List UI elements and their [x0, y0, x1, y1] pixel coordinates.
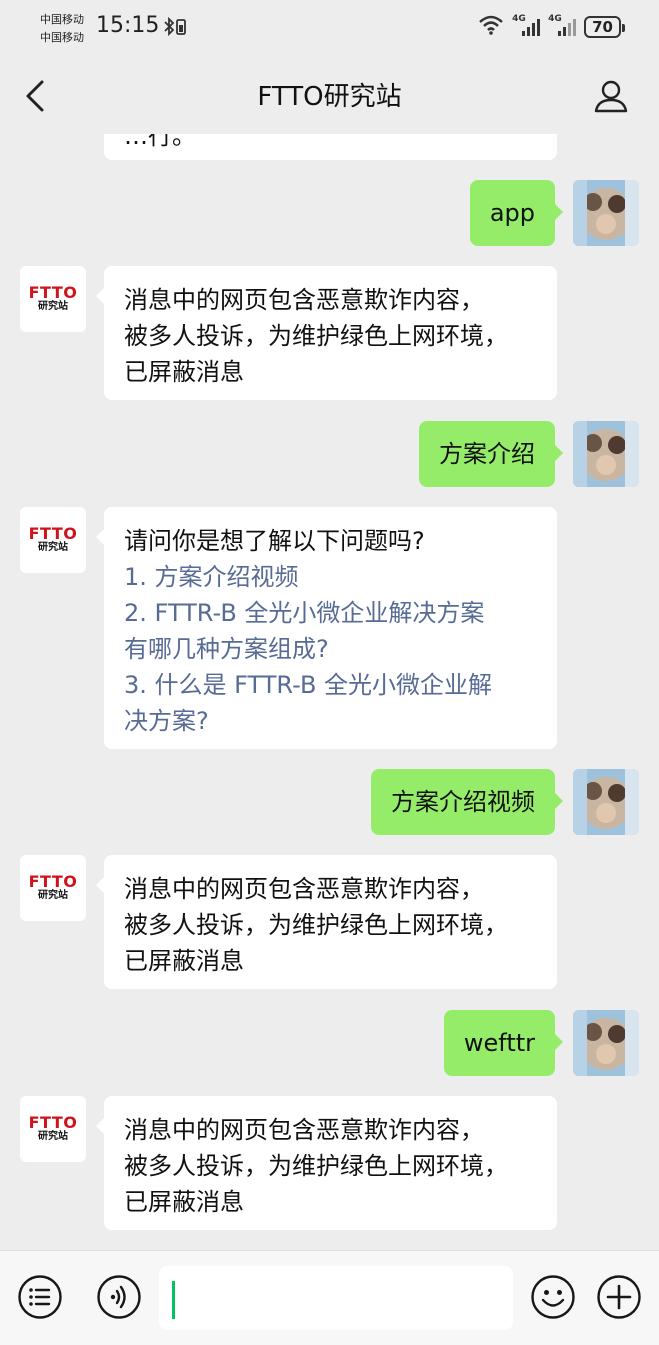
message-bubble-bot[interactable]: …行。	[104, 134, 557, 160]
bot-logo-text: FTTO	[28, 872, 78, 891]
bot-avatar[interactable]: FTTO 研究站	[20, 266, 86, 332]
person-icon[interactable]	[593, 78, 629, 118]
option-link-3-cont[interactable]: 决方案?	[124, 703, 537, 739]
bot-avatar[interactable]: FTTO 研究站	[20, 507, 86, 573]
bot-logo-subtext: 研究站	[38, 301, 68, 312]
bot-avatar[interactable]: FTTO 研究站	[20, 855, 86, 921]
option-link-2-cont[interactable]: 有哪几种方案组成?	[124, 631, 537, 667]
plus-icon[interactable]	[596, 1274, 642, 1324]
message-input[interactable]	[159, 1266, 513, 1330]
message-bubble-user[interactable]: 方案介绍视频	[371, 769, 563, 835]
user-avatar[interactable]	[573, 421, 639, 487]
carrier-2: 中国移动	[40, 31, 84, 44]
message-bubble-bot[interactable]: 消息中的网页包含恶意欺诈内容， 被多人投诉，为维护绿色上网环境， 已屏蔽消息	[96, 1096, 557, 1230]
text-cursor	[172, 1281, 175, 1319]
status-time: 15:15	[96, 13, 160, 38]
bot-avatar[interactable]: FTTO 研究站	[20, 1096, 86, 1162]
message-bubble-user[interactable]: app	[469, 180, 564, 246]
message-text: wefttr	[463, 1029, 535, 1057]
chat-header: FTTO研究站	[0, 56, 659, 134]
message-text: app	[489, 199, 535, 227]
bot-logo-subtext: 研究站	[38, 1131, 68, 1142]
message-line: 消息中的网页包含恶意欺诈内容，	[124, 875, 484, 903]
emoji-icon[interactable]	[530, 1274, 576, 1324]
option-link-1[interactable]: 1. 方案介绍视频	[124, 559, 537, 595]
message-bubble-bot[interactable]: 消息中的网页包含恶意欺诈内容， 被多人投诉，为维护绿色上网环境， 已屏蔽消息	[96, 266, 557, 400]
bluetooth-icon	[162, 16, 188, 42]
user-avatar[interactable]	[573, 180, 639, 246]
message-bubble-user[interactable]: wefttr	[443, 1010, 564, 1076]
menu-icon[interactable]	[17, 1274, 63, 1324]
message-list[interactable]: …行。 app FTTO 研究站 消息中的网页包含恶意欺诈内容， 被多人投诉，为…	[0, 134, 659, 1250]
message-line: 被多人投诉，为维护绿色上网环境，	[124, 322, 508, 350]
carrier-1: 中国移动	[40, 13, 84, 26]
message-line: 被多人投诉，为维护绿色上网环境，	[124, 1152, 508, 1180]
message-text: 方案介绍	[439, 440, 535, 468]
chat-title: FTTO研究站	[257, 82, 402, 112]
carrier-info: 中国移动 中国移动	[40, 11, 84, 47]
message-line: 被多人投诉，为维护绿色上网环境，	[124, 911, 508, 939]
bot-logo-subtext: 研究站	[38, 542, 68, 553]
wifi-icon	[478, 15, 504, 39]
message-line: 消息中的网页包含恶意欺诈内容，	[124, 286, 484, 314]
message-line: 消息中的网页包含恶意欺诈内容，	[124, 1116, 484, 1144]
bot-logo-subtext: 研究站	[38, 890, 68, 901]
user-avatar[interactable]	[573, 1010, 639, 1076]
option-link-3[interactable]: 3. 什么是 FTTR-B 全光小微企业解	[124, 667, 537, 703]
message-text: 方案介绍视频	[391, 788, 535, 816]
signal-4g-icon-1: 4G	[512, 14, 541, 37]
message-intro: 请问你是想了解以下问题吗?	[124, 527, 425, 555]
message-bubble-bot[interactable]: 请问你是想了解以下问题吗? 1. 方案介绍视频 2. FTTR-B 全光小微企业…	[96, 507, 557, 749]
voice-icon[interactable]	[96, 1274, 142, 1324]
option-link-2[interactable]: 2. FTTR-B 全光小微企业解决方案	[124, 595, 537, 631]
message-bubble-bot[interactable]: 消息中的网页包含恶意欺诈内容， 被多人投诉，为维护绿色上网环境， 已屏蔽消息	[96, 855, 557, 989]
signal-4g-icon-2: 4G	[548, 14, 577, 37]
message-line: 已屏蔽消息	[124, 1188, 244, 1216]
message-line: 已屏蔽消息	[124, 947, 244, 975]
battery-indicator: 70	[584, 16, 625, 38]
bot-logo-text: FTTO	[28, 524, 78, 543]
message-line: 已屏蔽消息	[124, 358, 244, 386]
status-bar: 中国移动 中国移动 15:15 4G 4G 70	[0, 0, 659, 56]
chat-input-bar	[0, 1250, 659, 1345]
message-bubble-user[interactable]: 方案介绍	[419, 421, 563, 487]
message-text: …行。	[124, 134, 196, 150]
user-avatar[interactable]	[573, 769, 639, 835]
bot-logo-text: FTTO	[28, 283, 78, 302]
bot-logo-text: FTTO	[28, 1113, 78, 1132]
